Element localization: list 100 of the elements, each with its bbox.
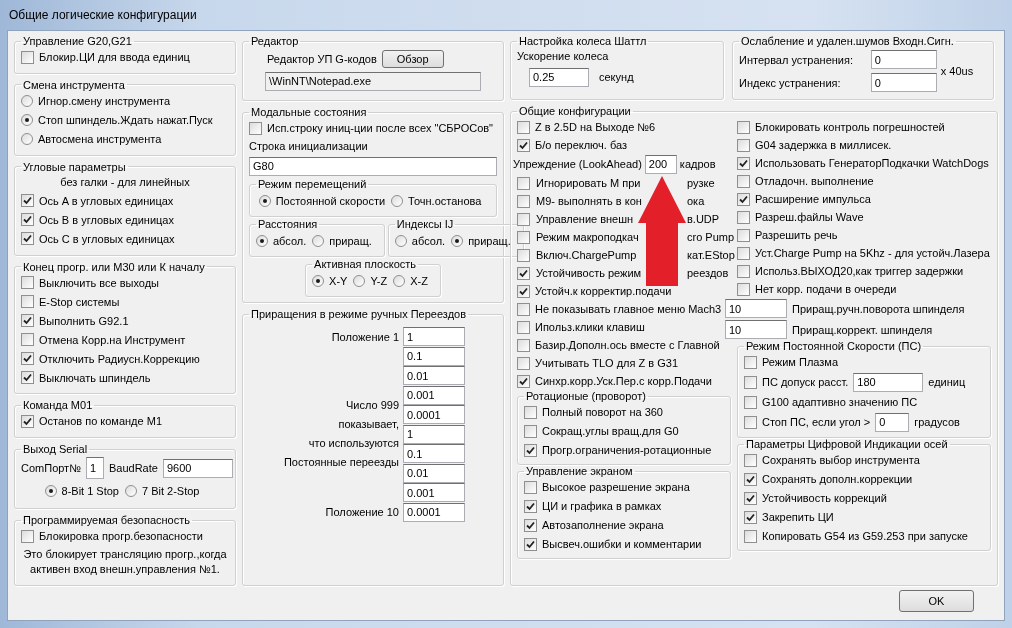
text-field[interactable]: 0.01 [403,463,465,483]
checkbox[interactable] [517,320,530,334]
text-field[interactable]: 1 [403,327,465,347]
checkbox[interactable] [517,230,530,244]
radio-button[interactable] [256,235,268,247]
checkbox[interactable] [744,472,757,486]
checkbox[interactable] [744,415,757,429]
checkbox[interactable] [21,529,34,543]
checkbox[interactable] [524,443,537,457]
radio-button[interactable] [125,485,137,498]
text-field[interactable]: 0.0001 [403,405,465,425]
checkbox[interactable] [21,295,34,309]
checkbox[interactable] [249,121,262,135]
text-field[interactable]: 0 [875,412,910,432]
text-field[interactable]: 0.25 [529,67,589,87]
checkbox[interactable] [517,120,530,134]
browse-button[interactable]: Обзор [381,50,444,68]
checkbox[interactable] [744,395,757,409]
checkbox[interactable] [744,529,757,543]
checkbox[interactable] [517,284,530,298]
radio-button[interactable] [393,275,406,287]
checkbox[interactable] [744,510,757,524]
text-field[interactable]: 9600 [162,458,233,478]
text-field[interactable]: 0.1 [403,444,465,464]
radio-button[interactable] [312,275,325,287]
checkbox[interactable] [524,518,537,532]
note-text: без галки - для линейных [59,174,191,190]
checkbox[interactable] [737,120,750,134]
text-field[interactable]: 10 [725,320,787,339]
text-field[interactable]: 0.0001 [403,502,465,522]
radio-button[interactable] [394,235,407,247]
checkbox[interactable] [737,138,750,152]
text-field[interactable]: 1 [403,424,465,444]
checkbox[interactable] [21,414,34,428]
checkbox[interactable] [517,176,530,190]
text-field[interactable]: 0 [870,73,937,92]
path-field[interactable]: \WinNT\Notepad.exe [265,71,481,91]
checkbox[interactable] [737,192,750,206]
checkbox[interactable] [737,228,750,242]
checkbox[interactable] [21,213,34,227]
radio-button[interactable] [312,235,325,247]
text-field[interactable]: 0.001 [403,385,465,405]
text-field[interactable]: 10 [725,299,787,318]
checkbox[interactable] [517,194,530,208]
checkbox[interactable] [744,453,757,467]
option-label: Ось B в угловых единицах [39,213,174,226]
text-field[interactable]: 0 [870,50,937,69]
checkbox[interactable] [737,156,750,170]
checkbox[interactable] [517,212,530,226]
checkbox[interactable] [517,374,530,388]
text-field[interactable]: 0.01 [403,366,465,386]
checkbox[interactable] [21,276,34,290]
option-label: Сохранять выбор инструмента [762,454,920,466]
text-field[interactable]: 1 [85,457,104,480]
radio-button[interactable] [391,195,404,207]
checkbox[interactable] [524,537,537,551]
option-label: Включ.ChargePump [536,249,638,261]
radio-button[interactable] [353,275,366,287]
checkbox[interactable] [517,138,530,152]
checkbox[interactable] [737,174,750,188]
radio-button[interactable] [21,113,33,126]
checkbox[interactable] [524,480,537,494]
checkbox[interactable] [524,405,537,419]
text-field[interactable]: 0.1 [403,346,465,366]
checkbox[interactable] [21,314,34,328]
text-field[interactable]: 0.001 [403,483,465,503]
checkbox[interactable] [744,491,757,505]
ok-button[interactable]: OK [899,590,974,612]
checkbox[interactable] [517,302,530,316]
checkbox[interactable] [744,375,757,389]
checkbox[interactable] [737,210,750,224]
radio-button[interactable] [451,235,464,247]
checkbox[interactable] [524,424,537,438]
checkbox[interactable] [21,371,34,385]
option-label: Нет корр. подачи в очереди [755,283,897,295]
radio-button[interactable] [21,94,33,107]
radio-button[interactable] [44,485,57,498]
checkbox[interactable] [21,232,34,246]
checkbox[interactable] [21,194,34,208]
text-field[interactable]: 180 [853,372,924,392]
checkbox[interactable] [517,356,530,370]
checkbox[interactable] [21,352,34,366]
text-field[interactable]: G80 [249,156,497,176]
checkbox[interactable] [517,338,530,352]
radio-button[interactable] [258,195,271,207]
radio-button[interactable] [21,132,33,145]
checkbox[interactable] [524,499,537,513]
field-label: BaudRate [108,462,158,475]
checkbox[interactable] [744,355,757,369]
unit-label: x 40us [940,65,974,77]
checkbox[interactable] [21,333,34,347]
checkbox[interactable] [517,248,530,262]
checkbox[interactable] [21,50,34,64]
text-field[interactable]: 200 [644,154,677,174]
checkbox[interactable] [737,264,750,278]
option-label: Режим макроподкач [536,231,640,243]
checkbox[interactable] [737,246,750,260]
option-label: Точн.останова [408,195,482,207]
checkbox[interactable] [517,266,530,280]
checkbox[interactable] [737,282,750,296]
